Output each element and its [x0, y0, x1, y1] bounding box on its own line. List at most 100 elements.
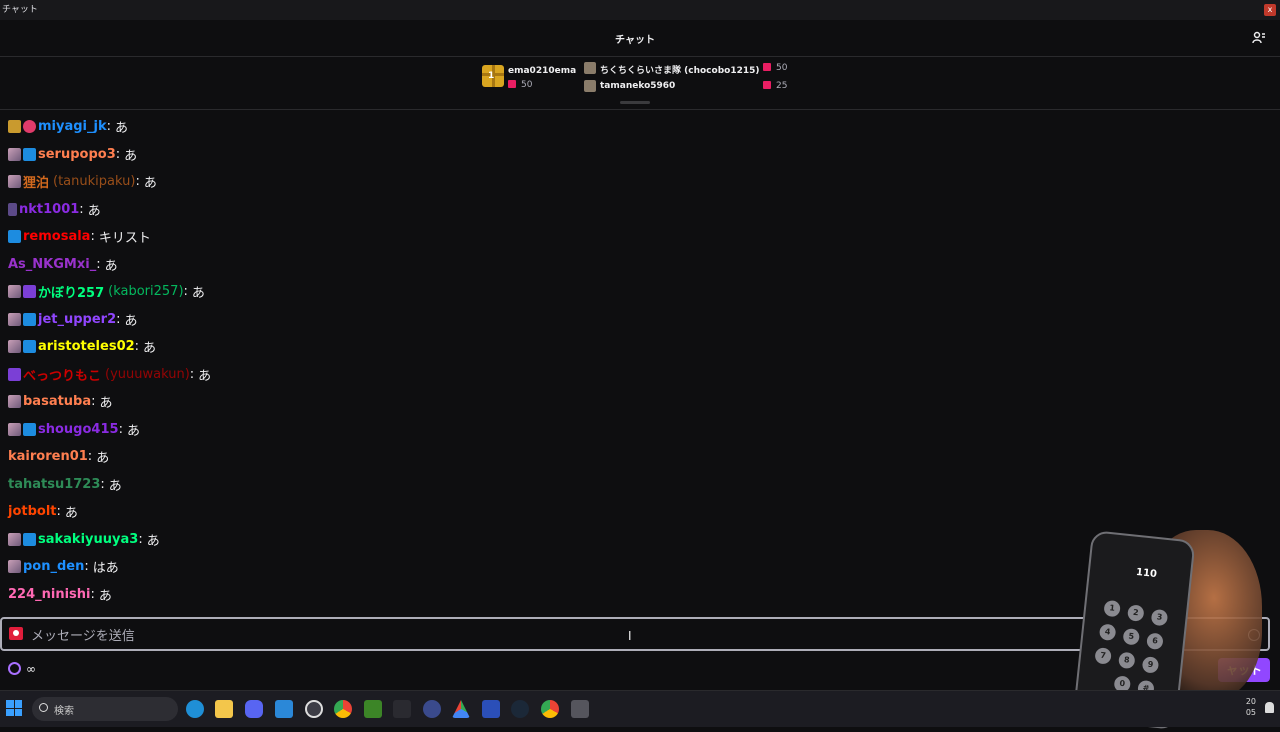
chat-separator: :: [100, 476, 105, 492]
window-close-button[interactable]: x: [1264, 4, 1276, 16]
chat-username[interactable]: shougo415: [38, 422, 119, 437]
chat-separator: :: [134, 339, 140, 355]
chat-username[interactable]: jet_upper2: [38, 312, 116, 327]
subscriber-badge-icon: [8, 202, 17, 216]
chat-send-button[interactable]: ャット: [1218, 658, 1270, 682]
app-icon[interactable]: [423, 700, 441, 718]
subscriber-badge-icon: [8, 312, 21, 326]
chat-separator: :: [138, 531, 143, 547]
steam-icon[interactable]: [511, 700, 529, 718]
chat-text: あ: [143, 176, 157, 192]
edge-icon[interactable]: [186, 700, 204, 718]
obs-icon[interactable]: [305, 700, 323, 718]
chat-message: As_NKGMxi_ : あ: [0, 251, 1270, 279]
file-explorer-icon[interactable]: [215, 700, 233, 718]
windows-taskbar: 検索 20 05: [0, 690, 1280, 727]
chat-message: kairoren01 : あ: [0, 443, 1270, 471]
chat-separator: :: [87, 449, 93, 465]
app-icon[interactable]: [571, 700, 589, 718]
emoji-picker-icon[interactable]: [1248, 629, 1260, 641]
chat-text: あ: [99, 396, 113, 412]
chat-text: あ: [124, 313, 138, 329]
gift-sub-badge-icon: [23, 285, 36, 299]
chat-separator: :: [115, 146, 121, 162]
chat-username[interactable]: serupopo3: [38, 147, 116, 162]
chat-username[interactable]: tahatsu1723: [8, 477, 100, 492]
gift-icon: [763, 81, 771, 89]
chat-text: あ: [87, 203, 101, 219]
chrome-icon[interactable]: [541, 700, 559, 718]
chat-username[interactable]: remosala: [23, 229, 90, 244]
gift-leaderboard[interactable]: 1 ema0210ema 50 ちくちくらいさま隊 (chocobo1215) …: [0, 57, 1280, 110]
subscriber-badge-icon: [8, 422, 21, 436]
chrome-icon[interactable]: [334, 700, 352, 718]
chat-input[interactable]: メッセージを送信 I: [0, 617, 1270, 651]
leaderboard-avatar-3: [584, 80, 596, 92]
chat-separator: :: [90, 229, 95, 245]
chat-message: 狸泊 (tanukipaku) : あ: [0, 168, 1270, 196]
chat-username[interactable]: べっつりもこ: [23, 365, 101, 384]
discord-icon[interactable]: [245, 700, 263, 718]
chat-username[interactable]: かぼり257: [38, 282, 104, 301]
prime-crown-badge-icon: [23, 532, 36, 546]
leaderboard-count-2: 50: [763, 63, 787, 73]
chat-username[interactable]: jotbolt: [8, 504, 57, 519]
leaderboard-name-2: ちくちくらいさま隊 (chocobo1215): [600, 66, 760, 76]
chat-username[interactable]: 224_ninishi: [8, 587, 91, 602]
notification-bell-icon[interactable]: [1265, 702, 1274, 713]
prime-crown-badge-icon: [23, 340, 36, 354]
channel-points-icon: [8, 662, 21, 675]
chat-separator: :: [189, 366, 195, 382]
taskbar-search[interactable]: 検索: [32, 697, 178, 721]
chat-message: aristoteles02 : あ: [0, 333, 1270, 361]
leaderboard-avatar-2: [584, 62, 596, 74]
subscriber-badge-icon: [8, 395, 21, 409]
chat-username[interactable]: miyagi_jk: [38, 119, 107, 134]
notepad-icon[interactable]: [275, 700, 293, 718]
prime-crown-badge-icon: [23, 147, 36, 161]
video-record-icon[interactable]: [9, 627, 23, 640]
subscriber-badge-icon: [8, 147, 21, 161]
channel-points[interactable]: ∞: [8, 662, 36, 676]
chat-text: あ: [104, 258, 118, 274]
chat-separator: :: [91, 394, 96, 410]
chat-separator: :: [79, 201, 84, 217]
leaderboard-drag-handle[interactable]: [620, 101, 650, 104]
leaderboard-count-3: 25: [763, 81, 787, 91]
chat-username[interactable]: basatuba: [23, 394, 91, 409]
chat-username[interactable]: aristoteles02: [38, 339, 135, 354]
heart-badge-icon: [23, 120, 36, 134]
chat-separator: :: [135, 174, 140, 190]
x-app-icon[interactable]: [393, 700, 411, 718]
minecraft-icon[interactable]: [364, 700, 382, 718]
leaderboard-name-1: ema0210ema: [508, 66, 577, 76]
phone-key: 8: [1117, 651, 1136, 670]
windows-start-icon[interactable]: [6, 700, 22, 716]
system-clock[interactable]: 20 05: [1246, 696, 1256, 718]
chat-text: あ: [98, 588, 112, 604]
community-icon[interactable]: [1252, 31, 1266, 45]
chat-username[interactable]: As_NKGMxi_: [8, 257, 96, 272]
chat-text: あ: [108, 478, 122, 494]
chat-username[interactable]: 狸泊: [23, 172, 49, 191]
chat-separator: :: [183, 284, 188, 300]
monitor-app-icon[interactable]: [482, 700, 500, 718]
clock-line-1: 20: [1245, 697, 1256, 706]
chat-text: あ: [126, 423, 140, 439]
leaderboard-name-3: tamaneko5960: [600, 81, 676, 91]
chat-username[interactable]: pon_den: [23, 559, 84, 574]
chat-username[interactable]: sakakiyuuya3: [38, 532, 138, 547]
phone-key: 9: [1141, 656, 1160, 674]
subscriber-badge-icon: [8, 560, 21, 574]
chat-username[interactable]: kairoren01: [8, 449, 88, 464]
chat-separator: :: [116, 311, 121, 327]
text-cursor-icon: I: [628, 629, 632, 643]
chat-message: serupopo3 : あ: [0, 141, 1270, 169]
chat-title: チャット: [615, 35, 655, 46]
chat-message: かぼり257 (kabori257) : あ: [0, 278, 1270, 306]
prime-crown-badge-icon: [23, 422, 36, 436]
gift-icon: [763, 63, 771, 71]
google-drive-icon[interactable]: [452, 700, 470, 718]
chat-username[interactable]: nkt1001: [19, 202, 79, 217]
subscriber-badge-icon: [8, 120, 21, 134]
